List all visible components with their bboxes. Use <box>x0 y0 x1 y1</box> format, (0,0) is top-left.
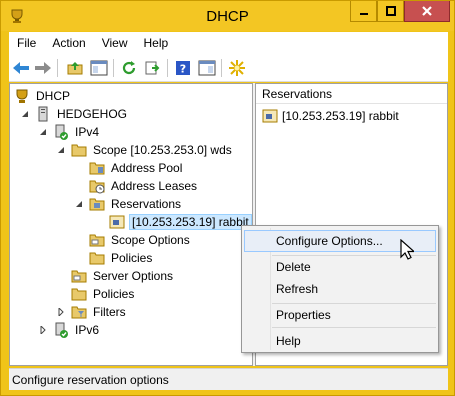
tree-node-address-leases[interactable]: Address Leases <box>89 177 199 195</box>
refresh-button[interactable] <box>119 59 139 77</box>
minimize-icon <box>359 13 368 15</box>
list-item[interactable]: [10.253.253.19] rabbit <box>262 108 399 124</box>
dhcp-window: DHCP File Action View Help ? DHCP HEDGEH… <box>0 0 455 396</box>
status-bar: Configure reservation options <box>9 368 448 390</box>
address-pool-icon <box>89 162 105 175</box>
reservation-icon <box>262 109 278 123</box>
tree-node-scope-policies[interactable]: Policies <box>89 249 154 267</box>
help-button[interactable]: ? <box>173 59 193 77</box>
up-level-button[interactable] <box>65 59 85 77</box>
menu-item-refresh[interactable]: Refresh <box>244 278 436 300</box>
reservation-row-label: [10.253.253.19] rabbit <box>282 109 399 123</box>
minimize-button[interactable] <box>350 1 377 22</box>
tree-node-reservation-item[interactable]: [10.253.253.19] rabbit <box>109 213 252 231</box>
title-bar[interactable]: DHCP <box>1 1 454 31</box>
collapse-arrow-icon[interactable] <box>38 127 48 137</box>
forward-arrow-icon <box>35 62 51 74</box>
console-tree[interactable]: DHCP HEDGEHOG IPv4 Scope [10.253.253.0] … <box>9 83 253 366</box>
close-icon <box>422 6 432 16</box>
expand-arrow-icon[interactable] <box>38 325 48 335</box>
collapse-arrow-icon[interactable] <box>56 145 66 155</box>
help-icon: ? <box>176 61 190 76</box>
tree-node-ipv6[interactable]: IPv6 <box>38 321 101 339</box>
menu-help[interactable]: Help <box>136 36 177 50</box>
show-hide-tree-icon <box>90 60 108 76</box>
new-button[interactable] <box>227 59 247 77</box>
new-star-icon <box>229 60 245 76</box>
address-leases-icon <box>89 180 105 194</box>
toolbar: ? <box>9 54 448 82</box>
export-list-button[interactable] <box>143 59 163 77</box>
svg-text:?: ? <box>180 63 186 76</box>
collapse-arrow-icon[interactable] <box>20 109 30 119</box>
ipv4-icon <box>55 124 68 140</box>
filter-icon <box>71 306 87 319</box>
expand-arrow-icon[interactable] <box>56 307 66 317</box>
results-column-header[interactable]: Reservations <box>256 84 447 104</box>
back-arrow-icon <box>13 62 29 74</box>
action-pane-button[interactable] <box>197 59 217 77</box>
ipv6-icon <box>55 322 68 338</box>
export-list-icon <box>145 61 160 75</box>
collapse-arrow-icon[interactable] <box>74 199 84 209</box>
folder-icon <box>71 144 87 157</box>
tree-node-scope[interactable]: Scope [10.253.253.0] wds <box>56 141 234 159</box>
tree-node-reservations[interactable]: Reservations <box>74 195 183 213</box>
menu-item-properties[interactable]: Properties <box>244 304 436 326</box>
tree-node-filters[interactable]: Filters <box>56 303 128 321</box>
maximize-button[interactable] <box>377 1 404 22</box>
refresh-icon <box>122 61 136 75</box>
menu-separator <box>272 327 436 328</box>
scope-options-icon <box>89 234 105 247</box>
menu-bar: File Action View Help <box>9 32 448 54</box>
tree-node-dhcp[interactable]: DHCP <box>14 87 72 105</box>
menu-action[interactable]: Action <box>44 36 93 50</box>
dhcp-root-icon <box>16 89 28 103</box>
up-folder-icon <box>67 62 83 75</box>
tree-node-policies[interactable]: Policies <box>71 285 136 303</box>
forward-button[interactable] <box>33 59 53 77</box>
mouse-pointer-icon <box>400 239 414 260</box>
tree-node-server-options[interactable]: Server Options <box>71 267 175 285</box>
back-button[interactable] <box>11 59 31 77</box>
tree-node-ipv4[interactable]: IPv4 <box>38 123 101 141</box>
tree-node-server[interactable]: HEDGEHOG <box>20 105 129 123</box>
server-options-icon <box>71 270 87 283</box>
maximize-icon <box>385 6 396 16</box>
policies-icon <box>89 252 105 265</box>
menu-file[interactable]: File <box>9 36 44 50</box>
policies-icon <box>71 288 87 301</box>
server-icon <box>38 106 48 122</box>
menu-view[interactable]: View <box>94 36 136 50</box>
reservations-icon <box>89 198 105 211</box>
action-pane-icon <box>198 60 216 76</box>
reservation-icon <box>109 215 125 229</box>
tree-node-scope-options[interactable]: Scope Options <box>89 231 192 249</box>
show-hide-tree-button[interactable] <box>89 59 109 77</box>
menu-item-help[interactable]: Help <box>244 330 436 352</box>
close-button[interactable] <box>404 1 450 22</box>
tree-node-address-pool[interactable]: Address Pool <box>89 159 184 177</box>
